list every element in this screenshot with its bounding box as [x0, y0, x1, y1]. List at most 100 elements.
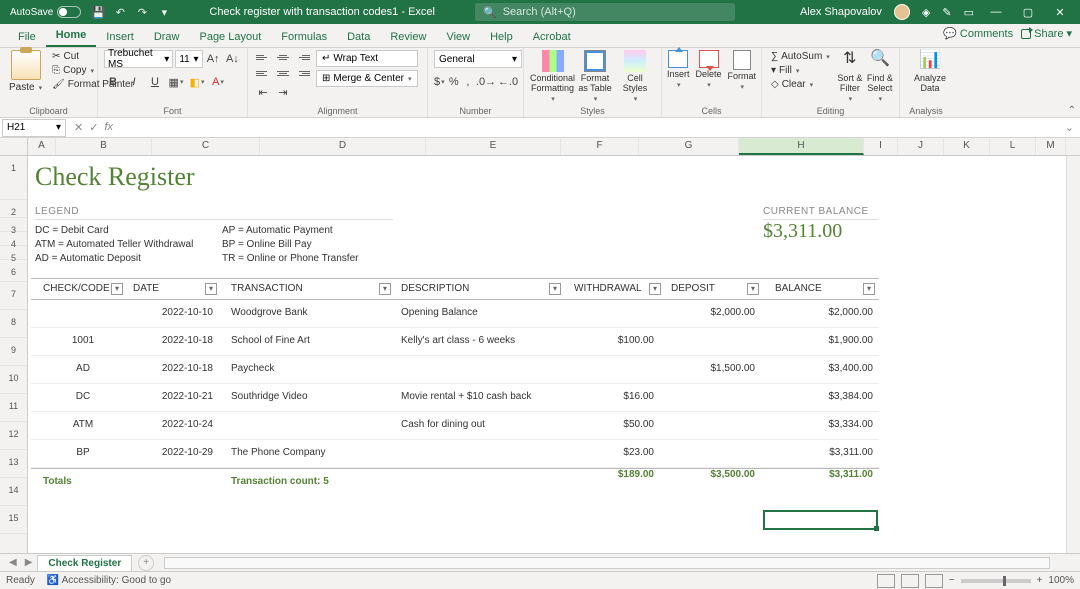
fill-color-button[interactable]: ◧ [188, 73, 206, 91]
comments-button[interactable]: 💬 Comments [943, 27, 1013, 40]
fx-icon[interactable]: fx [104, 121, 113, 134]
filter-icon[interactable]: ▾ [649, 283, 661, 295]
underline-button[interactable]: U [146, 73, 164, 91]
decrease-font-icon[interactable]: A↓ [224, 50, 241, 68]
align-right[interactable] [294, 66, 312, 80]
collapse-ribbon-icon[interactable]: ⌃ [1068, 105, 1076, 116]
clear-button[interactable]: ◇ Clear [768, 78, 833, 91]
decrease-indent-icon[interactable]: ⇤ [254, 83, 272, 101]
bold-button[interactable]: B [104, 73, 122, 91]
column-header[interactable]: K [944, 138, 990, 155]
cancel-formula-icon[interactable]: ✕ [74, 121, 83, 134]
filter-icon[interactable]: ▾ [747, 283, 759, 295]
column-header[interactable]: G [639, 138, 739, 155]
column-header[interactable]: H [739, 138, 864, 155]
column-header[interactable]: D [260, 138, 426, 155]
increase-decimal-icon[interactable]: .0→ [477, 73, 495, 91]
column-header[interactable]: I [864, 138, 898, 155]
column-header[interactable]: A [28, 138, 56, 155]
format-cells-button[interactable]: Format [728, 50, 757, 92]
fill-button[interactable]: ▾ Fill [768, 64, 833, 77]
align-top-center[interactable] [274, 50, 292, 64]
row-header[interactable]: 2 [0, 200, 27, 218]
insert-cells-button[interactable]: Insert [667, 50, 690, 90]
prev-sheet-icon[interactable]: ◀ [6, 557, 20, 568]
border-button[interactable]: ▦ [167, 73, 185, 91]
align-top-right[interactable] [294, 50, 312, 64]
column-header[interactable]: C [152, 138, 260, 155]
delete-cells-button[interactable]: Delete [696, 50, 722, 90]
comma-format-icon[interactable]: , [463, 73, 473, 91]
ribbon-display-icon[interactable]: ▭ [964, 6, 974, 19]
zoom-in-icon[interactable]: + [1037, 575, 1043, 586]
tab-formulas[interactable]: Formulas [271, 27, 337, 47]
row-header[interactable]: 11 [0, 394, 27, 422]
user-name[interactable]: Alex Shapovalov [800, 6, 882, 18]
qat-more-icon[interactable]: ▾ [157, 5, 171, 19]
wrap-text-button[interactable]: ↵ Wrap Text [316, 50, 418, 67]
row-header[interactable]: 3 [0, 218, 27, 232]
tab-draw[interactable]: Draw [144, 27, 190, 47]
align-top-left[interactable] [254, 50, 272, 64]
search-box[interactable]: 🔍 Search (Alt+Q) [475, 3, 735, 21]
row-header[interactable]: 10 [0, 366, 27, 394]
fill-handle[interactable] [874, 526, 879, 531]
zoom-out-icon[interactable]: − [949, 575, 955, 586]
number-format-select[interactable]: General▾ [434, 50, 522, 68]
filter-icon[interactable]: ▾ [379, 283, 391, 295]
paste-button[interactable]: Paste [6, 81, 45, 94]
increase-font-icon[interactable]: A↑ [205, 50, 222, 68]
font-size-select[interactable]: 11▾ [175, 50, 202, 68]
paste-icon[interactable] [11, 50, 41, 80]
autosum-button[interactable]: ∑ AutoSum [768, 50, 833, 63]
filter-icon[interactable]: ▾ [863, 283, 875, 295]
font-color-button[interactable]: A [209, 73, 227, 91]
decrease-decimal-icon[interactable]: ←.0 [499, 73, 517, 91]
row-header[interactable]: 15 [0, 506, 27, 534]
user-avatar[interactable] [894, 4, 910, 20]
filter-icon[interactable]: ▾ [549, 283, 561, 295]
diamond-icon[interactable]: ◈ [922, 6, 930, 19]
pen-icon[interactable]: ✎ [942, 6, 951, 19]
tab-home[interactable]: Home [46, 25, 97, 47]
normal-view-icon[interactable] [877, 574, 895, 588]
analyze-data-button[interactable]: 📊Analyze Data [906, 50, 954, 94]
tab-page-layout[interactable]: Page Layout [189, 27, 271, 47]
row-header[interactable]: 6 [0, 260, 27, 282]
horizontal-scrollbar[interactable] [164, 557, 1050, 569]
row-header[interactable]: 14 [0, 478, 27, 506]
tab-help[interactable]: Help [480, 27, 523, 47]
find-select-button[interactable]: 🔍Find & Select [867, 50, 893, 103]
tab-insert[interactable]: Insert [96, 27, 144, 47]
row-header[interactable]: 12 [0, 422, 27, 450]
save-icon[interactable]: 💾 [91, 5, 105, 19]
minimize-button[interactable]: — [986, 6, 1006, 18]
close-button[interactable]: ✕ [1050, 6, 1070, 19]
accounting-format-icon[interactable]: $ [434, 73, 445, 91]
column-header[interactable]: E [426, 138, 561, 155]
sheet-content[interactable]: Check Register LEGEND CURRENT BALANCE $3… [28, 156, 1080, 553]
row-header[interactable]: 9 [0, 338, 27, 366]
conditional-formatting-button[interactable]: Conditional Formatting [530, 50, 575, 103]
maximize-button[interactable]: ▢ [1018, 6, 1038, 19]
column-header[interactable]: F [561, 138, 639, 155]
vertical-scrollbar[interactable] [1066, 156, 1080, 553]
zoom-slider[interactable] [961, 579, 1031, 583]
page-break-view-icon[interactable] [925, 574, 943, 588]
add-sheet-button[interactable]: + [138, 555, 154, 571]
format-as-table-button[interactable]: Format as Table [575, 50, 615, 103]
row-header[interactable]: 7 [0, 282, 27, 310]
sort-filter-button[interactable]: ⇅Sort & Filter [837, 50, 863, 103]
align-center[interactable] [274, 66, 292, 80]
select-all-corner[interactable] [0, 138, 28, 155]
tab-view[interactable]: View [436, 27, 480, 47]
page-layout-view-icon[interactable] [901, 574, 919, 588]
tab-file[interactable]: File [8, 27, 46, 47]
column-header[interactable]: M [1036, 138, 1066, 155]
align-left[interactable] [254, 66, 272, 80]
sheet-tab-active[interactable]: Check Register [37, 555, 132, 571]
italic-button[interactable]: I [125, 73, 143, 91]
column-header[interactable]: L [990, 138, 1036, 155]
row-header[interactable]: 8 [0, 310, 27, 338]
tab-acrobat[interactable]: Acrobat [523, 27, 581, 47]
